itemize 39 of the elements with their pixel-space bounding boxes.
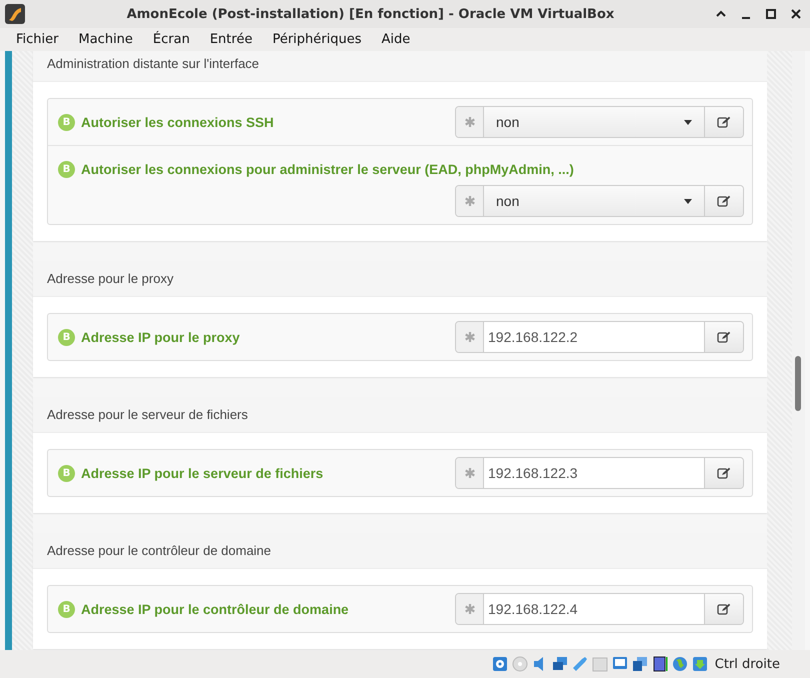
close-icon[interactable] [790, 8, 802, 20]
caret-icon [684, 198, 692, 204]
badge: B [58, 464, 75, 482]
download-icon[interactable] [692, 656, 708, 672]
edit-button[interactable] [704, 186, 743, 216]
caret-icon [684, 120, 692, 124]
asterisk-icon [464, 195, 476, 207]
host-key-label: Ctrl droite [714, 656, 780, 672]
monitors-icon[interactable] [552, 656, 568, 672]
menu-item[interactable]: Aide [372, 32, 420, 47]
screen-icon[interactable] [612, 656, 628, 672]
badge: B [58, 160, 75, 178]
field-label: Autoriser les connexions SSH [81, 114, 274, 130]
asterisk-icon [464, 116, 476, 128]
window-title: AmonEcole (Post-installation) [En fonction] - Oracle VM VirtualBox [126, 6, 616, 22]
menu-item[interactable]: Entrée [200, 32, 262, 47]
menu-item[interactable]: Périphériques [262, 32, 372, 47]
field-label: Adresse IP pour le contrôleur de domaine [81, 602, 349, 616]
section-heading: Adresse pour le contrôleur de domaine [33, 533, 767, 569]
badge: B [58, 600, 75, 618]
menu-item[interactable]: Écran [142, 32, 200, 47]
field-label: Adresse IP pour le proxy [81, 330, 240, 344]
field-label: Autoriser les connexions pour administrer le serveur (EAD, phpMyAdmin, ...) [81, 162, 574, 176]
field-label: Adresse IP pour le serveur de fichiers [81, 466, 324, 480]
maximize-icon[interactable] [765, 8, 777, 20]
edit-button[interactable] [704, 107, 743, 137]
windows-icon[interactable] [632, 656, 648, 672]
app-icon [4, 3, 26, 25]
badge: B [58, 114, 75, 130]
menu-item[interactable]: Machine [68, 32, 143, 47]
edit-icon [717, 116, 731, 128]
section-heading: Adresse pour le serveur de fichiers [33, 397, 767, 433]
edit-icon [717, 195, 731, 207]
section-heading: Administration distante sur l'interface [33, 51, 767, 82]
menu-item[interactable]: Fichier [6, 32, 68, 47]
scrollbar-thumb[interactable] [795, 356, 801, 411]
badge: B [58, 328, 75, 346]
chip-icon[interactable] [652, 656, 668, 672]
section-heading: Adresse pour le proxy [33, 261, 767, 297]
